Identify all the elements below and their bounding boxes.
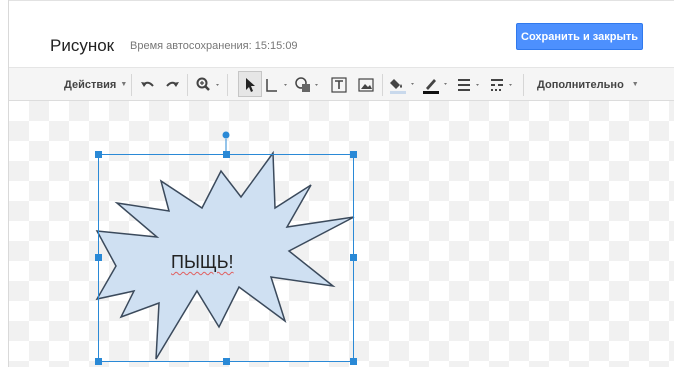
resize-handle-left[interactable] bbox=[95, 254, 102, 261]
resize-handle-top-left[interactable] bbox=[95, 151, 102, 158]
resize-handle-top[interactable] bbox=[223, 151, 230, 158]
line-weight-icon[interactable] bbox=[457, 74, 483, 96]
resize-handle-top-right[interactable] bbox=[350, 151, 357, 158]
resize-handle-right[interactable] bbox=[350, 254, 357, 261]
save-and-close-button[interactable]: Сохранить и закрыть bbox=[516, 23, 643, 50]
textbox-icon[interactable] bbox=[331, 74, 347, 96]
more-menu-label: Дополнительно bbox=[537, 79, 624, 91]
actions-menu[interactable]: Действия ▼ bbox=[64, 74, 127, 96]
explosion-shape-layer bbox=[95, 131, 357, 365]
undo-icon[interactable] bbox=[140, 74, 156, 96]
fill-color-icon[interactable] bbox=[390, 74, 418, 96]
zoom-icon[interactable] bbox=[196, 74, 222, 96]
more-menu[interactable]: Дополнительно ▼ bbox=[537, 74, 639, 96]
toolbar-divider bbox=[227, 74, 228, 96]
resize-handle-bottom-left[interactable] bbox=[95, 358, 102, 365]
toolbar-divider bbox=[523, 74, 524, 96]
toolbar-divider bbox=[187, 74, 188, 96]
line-color-icon[interactable] bbox=[423, 74, 451, 96]
select-icon[interactable] bbox=[244, 74, 256, 96]
resize-handle-bottom-right[interactable] bbox=[350, 358, 357, 365]
rotate-handle[interactable] bbox=[222, 131, 230, 139]
chevron-down-icon: ▼ bbox=[631, 81, 639, 89]
shape-text[interactable]: ПЫЩЬ! bbox=[171, 251, 234, 273]
redo-icon[interactable] bbox=[164, 74, 180, 96]
shape-icon[interactable] bbox=[294, 74, 322, 96]
drawing-canvas[interactable]: ПЫЩЬ! bbox=[9, 101, 674, 367]
chevron-down-icon: ▼ bbox=[120, 81, 128, 89]
drawing-title[interactable]: Рисунок bbox=[50, 36, 114, 56]
actions-menu-label: Действия bbox=[64, 79, 117, 91]
line-dash-icon[interactable] bbox=[490, 74, 516, 96]
line-icon[interactable] bbox=[265, 74, 291, 96]
toolbar-divider bbox=[382, 74, 383, 96]
autosave-status: Время автосохранения: 15:15:09 bbox=[130, 40, 298, 52]
image-icon[interactable] bbox=[358, 74, 374, 96]
resize-handle-bottom[interactable] bbox=[223, 358, 230, 365]
drawing-toolbar: Действия ▼ Дополнительно ▼ bbox=[9, 67, 674, 101]
drawing-header: Рисунок Время автосохранения: 15:15:09 С… bbox=[9, 1, 674, 67]
toolbar-divider bbox=[131, 74, 132, 96]
